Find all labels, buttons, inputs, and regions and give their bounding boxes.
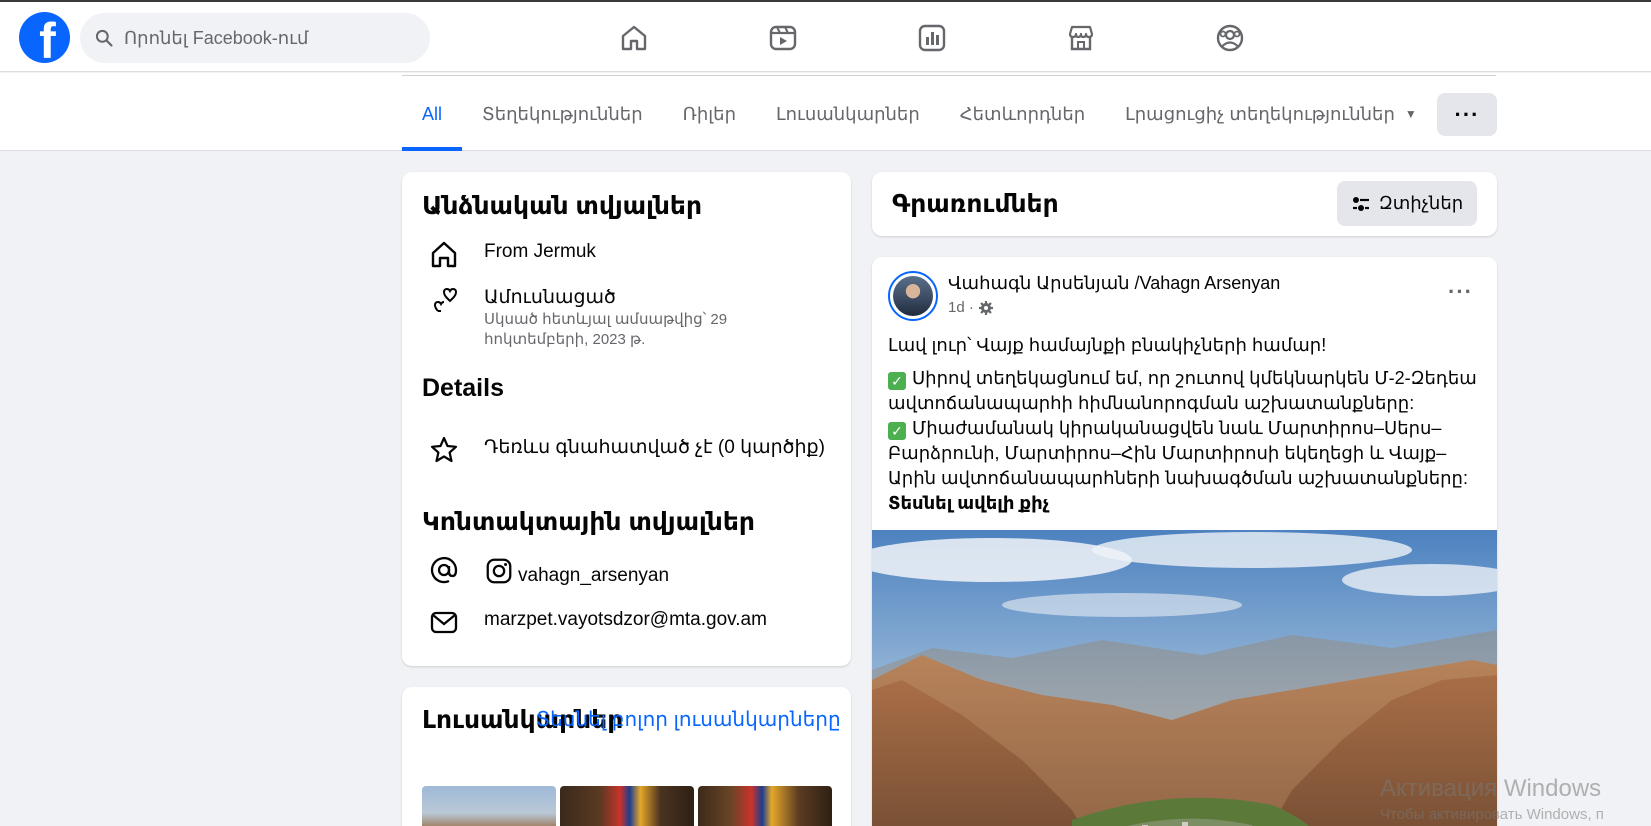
post-author[interactable]: Վահագն Արսենյան /Vahagn Arsenyan xyxy=(948,273,1280,294)
nav-marketplace[interactable] xyxy=(1061,18,1101,58)
post-meta: 1d · xyxy=(948,299,994,316)
see-all-photos-link[interactable]: Տեսնել բոլոր լուսանկարները xyxy=(536,707,841,732)
filters-label: Զտիչներ xyxy=(1378,193,1464,213)
intro-card: Անձնական տվյալներ From Jermuk Ամուսնացած… xyxy=(402,172,851,666)
chevron-down-icon: ▼ xyxy=(1404,107,1417,121)
nav-video[interactable] xyxy=(763,18,803,58)
nav-groups[interactable] xyxy=(1210,18,1250,58)
contact-heading: Կոնտակտային տվյալներ xyxy=(422,508,755,536)
relationship-status: Ամուսնացած xyxy=(484,287,616,308)
dashboard-icon xyxy=(918,24,946,52)
instagram-icon xyxy=(486,558,512,584)
post-text: Լավ լուր՝ Վայք համայնքի բնակիչների համար… xyxy=(888,333,1478,516)
post-time[interactable]: 1d xyxy=(948,299,965,316)
home-icon xyxy=(621,25,647,51)
hearts-icon xyxy=(434,287,457,312)
rating-text: Դեռևս գնահատված չէ (0 կարծիք) xyxy=(484,437,825,458)
profile-more-button[interactable]: ··· xyxy=(1437,93,1497,136)
post-options-button[interactable]: ··· xyxy=(1448,279,1473,305)
instagram-row: vahagn_arsenyan xyxy=(422,550,669,590)
groups-icon xyxy=(1216,24,1244,52)
envelope-icon xyxy=(430,611,458,634)
tab-all[interactable]: All xyxy=(402,77,463,151)
avatar-photo xyxy=(893,276,933,316)
profile-tab-strip: All Տեղեկություններ Ռիլեր Լուսանկարներ Հ… xyxy=(0,73,1651,151)
post-headline: Լավ լուր՝ Վայք համայնքի բնակիչների համար… xyxy=(888,335,1327,355)
checkmark-icon: ✓ xyxy=(888,372,906,390)
windows-activation-watermark: Активация Windows xyxy=(1380,775,1602,802)
search-input[interactable] xyxy=(124,27,414,49)
post-paragraph-2: ✓ Միաժամանակ կիրականացվեն նաև Մարտիրոս–Սե… xyxy=(888,416,1478,516)
hometown-text: From Jermuk xyxy=(484,241,596,262)
tab-label: All xyxy=(422,103,443,124)
tab-photos[interactable]: Լուսանկարներ xyxy=(756,77,940,151)
tab-label: Հետևորդներ xyxy=(959,103,1086,124)
photo-thumbnail[interactable] xyxy=(698,786,832,826)
at-sign-icon xyxy=(430,556,458,584)
details-heading: Details xyxy=(422,374,504,402)
main-nav xyxy=(614,18,1359,58)
filters-button[interactable]: Զտիչներ xyxy=(1337,181,1477,226)
photo-thumbnail[interactable] xyxy=(422,786,556,826)
home-icon xyxy=(431,241,457,268)
tab-label: Տեղեկություններ xyxy=(482,103,643,124)
email-link[interactable]: marzpet.vayotsdzor@mta.gov.am xyxy=(484,602,767,632)
posts-heading: Գրառումներ xyxy=(892,190,1059,218)
posts-header-card: Գրառումներ Զտիչներ xyxy=(872,172,1497,236)
hometown-row: From Jermuk xyxy=(422,234,596,274)
facebook-logo-letter: f xyxy=(39,13,56,63)
tab-more-info[interactable]: Լրացուցիչ տեղեկություններ ▼ xyxy=(1105,77,1437,151)
email-row: marzpet.vayotsdzor@mta.gov.am xyxy=(422,602,767,642)
tab-label: Լուսանկարներ xyxy=(775,103,920,124)
tab-reels[interactable]: Ռիլեր xyxy=(663,77,756,151)
post-paragraph-text: Սիրով տեղեկացնում եմ, որ շուտով կմեկնարկ… xyxy=(888,368,1477,413)
relationship-row: Ամուսնացած Սկսած հետևյալ ամսաթվից՝ 29 հո… xyxy=(422,280,754,350)
profile-tabs: All Տեղեկություններ Ռիլեր Լուսանկարներ Հ… xyxy=(402,77,1437,151)
video-icon xyxy=(769,25,797,51)
windows-activation-subtext: Чтобы активировать Windows, п xyxy=(1380,806,1604,823)
marketplace-icon xyxy=(1068,25,1094,51)
post-card: Վահագն Արսենյան /Vahagn Arsenyan 1d · ··… xyxy=(872,257,1497,826)
gear-icon xyxy=(978,300,993,315)
top-navigation-bar: f xyxy=(0,0,1651,72)
photo-thumbnail[interactable] xyxy=(560,786,694,826)
instagram-link[interactable]: vahagn_arsenyan xyxy=(518,554,669,588)
photos-heading: Լուսանկարներ xyxy=(422,706,624,734)
tab-about[interactable]: Տեղեկություններ xyxy=(462,77,663,151)
search-box[interactable] xyxy=(80,13,430,63)
meta-separator: · xyxy=(968,299,974,316)
photos-card: Լուսանկարներ Տեսնել բոլոր լուսանկարները xyxy=(402,687,851,826)
search-icon xyxy=(95,29,113,47)
tab-label: Ռիլեր xyxy=(682,103,736,124)
nav-dashboard[interactable] xyxy=(912,18,952,58)
see-less-link[interactable]: Տեսնել ավելի քիչ xyxy=(888,493,1049,513)
rating-row: Դեռևս գնահատված չէ (0 կարծիք) xyxy=(422,430,825,470)
post-paragraph-text: Միաժամանակ կիրականացվեն նաև Մարտիրոս–Սեր… xyxy=(888,418,1468,488)
tab-followers[interactable]: Հետևորդներ xyxy=(940,77,1105,151)
facebook-logo[interactable]: f xyxy=(19,12,70,63)
personal-info-heading: Անձնական տվյալներ xyxy=(422,192,703,220)
sliders-icon xyxy=(1352,196,1369,211)
tab-label: Լրացուցիչ տեղեկություններ xyxy=(1125,103,1395,124)
post-paragraph-1: ✓ Սիրով տեղեկացնում եմ, որ շուտով կմեկնար… xyxy=(888,366,1478,416)
nav-home[interactable] xyxy=(614,18,654,58)
avatar[interactable] xyxy=(888,271,938,321)
checkmark-icon: ✓ xyxy=(888,422,906,440)
star-icon xyxy=(430,436,458,463)
tab-divider xyxy=(402,75,1496,76)
relationship-since: Սկսած հետևյալ ամսաթվից՝ 29 հոկտեմբերի, 2… xyxy=(484,311,728,348)
